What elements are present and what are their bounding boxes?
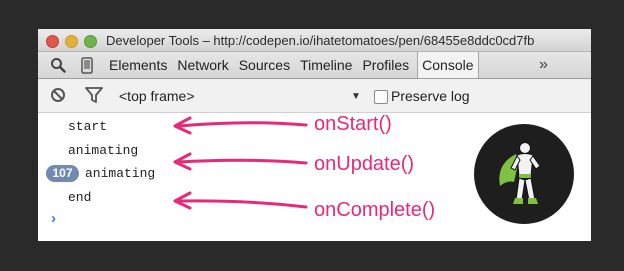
panel-tabs: Elements Network Sources Timeline Profil… — [108, 52, 487, 78]
title-bar: Developer Tools – http://codepen.io/ihat… — [38, 29, 591, 52]
console-message: animating — [68, 143, 139, 158]
console-toolbar: <top frame> ▼ Preserve log — [38, 79, 591, 113]
annotation-onstart: onStart() — [314, 113, 392, 135]
preserve-log-checkbox[interactable] — [374, 90, 388, 104]
zoom-window-button[interactable] — [84, 35, 97, 48]
tab-elements[interactable]: Elements — [108, 52, 168, 78]
window-title: Developer Tools – http://codepen.io/ihat… — [106, 33, 535, 48]
close-window-button[interactable] — [46, 35, 59, 48]
tab-console[interactable]: Console — [417, 52, 479, 78]
dropdown-caret-icon[interactable]: ▼ — [351, 91, 361, 102]
devtools-window: Developer Tools – http://codepen.io/ihat… — [38, 29, 591, 241]
console-prompt[interactable]: › — [49, 211, 58, 228]
filter-icon[interactable] — [85, 87, 103, 108]
tab-profiles[interactable]: Profiles — [361, 52, 410, 78]
tab-sources[interactable]: Sources — [238, 52, 291, 78]
superhero-logo — [474, 124, 574, 224]
console-message: animating — [85, 166, 156, 181]
superhero-icon — [499, 142, 541, 204]
clear-console-icon[interactable] — [50, 87, 66, 108]
minimize-window-button[interactable] — [65, 35, 78, 48]
console-message: end — [68, 190, 92, 205]
preserve-log-label[interactable]: Preserve log — [391, 88, 470, 104]
panel-tab-bar: Elements Network Sources Timeline Profil… — [38, 52, 591, 79]
more-tabs-button[interactable]: » — [539, 52, 548, 78]
annotation-oncomplete: onComplete() — [314, 199, 436, 221]
device-mode-icon[interactable] — [81, 57, 93, 79]
annotation-onupdate: onUpdate() — [314, 153, 415, 175]
tab-timeline[interactable]: Timeline — [299, 52, 353, 78]
tab-network[interactable]: Network — [176, 52, 229, 78]
frame-select[interactable]: <top frame> — [119, 88, 195, 104]
console-message: start — [68, 119, 108, 134]
inspect-search-icon[interactable] — [50, 57, 66, 78]
repeat-count-badge: 107 — [46, 165, 79, 182]
